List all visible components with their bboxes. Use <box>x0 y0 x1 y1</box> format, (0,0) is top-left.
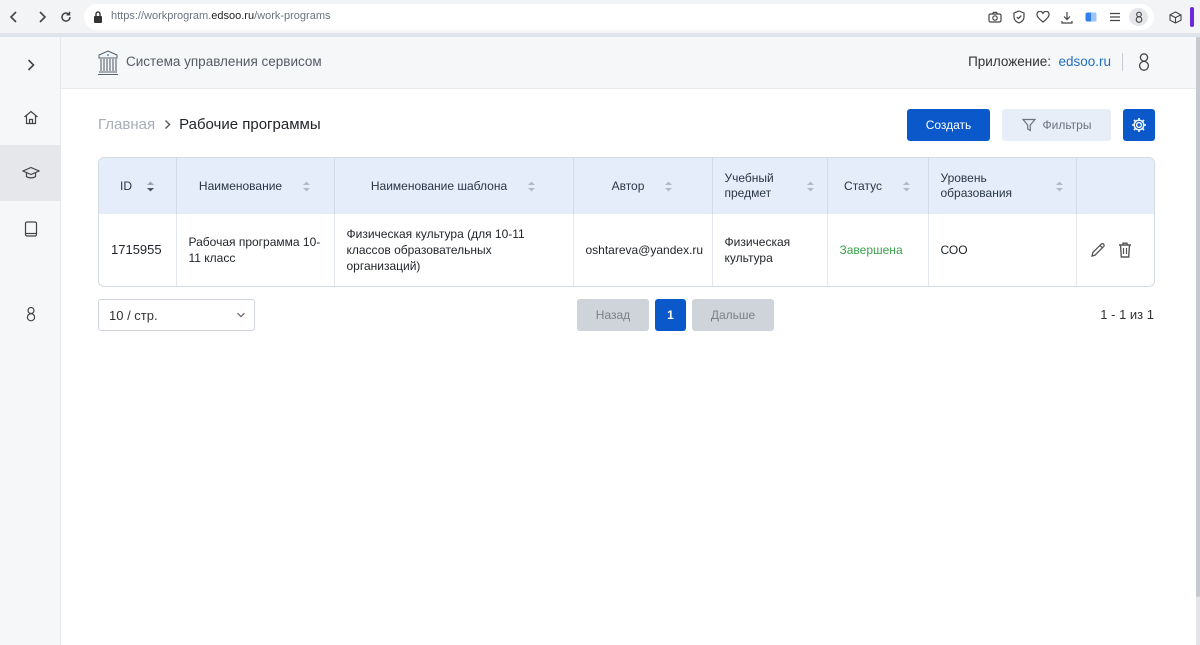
user-icon[interactable] <box>1137 52 1155 72</box>
book-icon <box>24 221 37 237</box>
sort-icon[interactable] <box>1055 180 1064 193</box>
cell-author: oshtareva@yandex.ru <box>573 214 713 286</box>
shield-icon[interactable] <box>1009 8 1028 26</box>
back-icon[interactable] <box>5 8 23 26</box>
sort-icon[interactable] <box>664 180 673 193</box>
sort-icon[interactable] <box>527 180 536 193</box>
user-icon <box>26 306 35 322</box>
cell-name[interactable]: Рабочая программа 10-11 класс <box>176 214 335 286</box>
table-header-row: ID Наименование Наименование шаблона Авт… <box>99 158 1154 214</box>
column-header-actions <box>1076 158 1154 214</box>
graduation-cap-icon <box>21 166 40 179</box>
programs-table: ID Наименование Наименование шаблона Авт… <box>98 157 1155 287</box>
column-header-author[interactable]: Автор <box>573 158 713 214</box>
cell-id: 1715955 <box>99 214 177 286</box>
home-icon <box>23 110 38 124</box>
cell-subject: Физическая культура <box>712 214 828 286</box>
heart-icon[interactable] <box>1033 8 1052 26</box>
sort-icon[interactable] <box>806 180 815 193</box>
cell-template: Физическая культура (для 10-11 классов о… <box>334 214 574 286</box>
forward-icon[interactable] <box>33 8 51 26</box>
page-number-button[interactable]: 1 <box>655 299 686 331</box>
cell-level: СОО <box>928 214 1077 286</box>
menu-icon[interactable] <box>1105 8 1124 26</box>
cube-icon[interactable] <box>1166 8 1184 26</box>
app-header: Система управления сервисом Приложение: … <box>61 37 1196 89</box>
app-label: Приложение: <box>968 54 1051 69</box>
chevron-right-icon <box>164 119 171 130</box>
sort-icon[interactable] <box>302 180 311 193</box>
column-header-level[interactable]: Уровень образования <box>928 158 1077 214</box>
main-content: Главная Рабочие программы Создать Фильтр… <box>61 89 1196 645</box>
extension-icon[interactable] <box>1081 8 1100 26</box>
app-title: Система управления сервисом <box>126 54 322 69</box>
breadcrumb-home[interactable]: Главная <box>98 116 155 133</box>
chevron-right-icon <box>27 59 35 71</box>
settings-button[interactable] <box>1123 109 1155 141</box>
lock-icon <box>92 10 106 24</box>
sidebar-item-library[interactable] <box>0 201 61 257</box>
profile-icon[interactable] <box>1129 8 1148 26</box>
page-size-select[interactable]: 10 / стр. <box>98 299 255 331</box>
sidebar-item-programs[interactable] <box>0 145 61 201</box>
delete-icon[interactable] <box>1117 241 1135 259</box>
chevron-down-icon <box>236 310 246 320</box>
gear-icon <box>1132 118 1146 132</box>
header-divider <box>1122 53 1123 71</box>
app-link[interactable]: edsoo.ru <box>1058 54 1111 69</box>
column-header-subject[interactable]: Учебный предмет <box>712 158 828 214</box>
camera-icon[interactable] <box>985 8 1004 26</box>
status-badge: Завершена <box>827 214 929 286</box>
sort-icon[interactable] <box>902 180 911 193</box>
column-header-name[interactable]: Наименование <box>176 158 335 214</box>
create-button[interactable]: Создать <box>907 109 990 141</box>
left-sidebar <box>0 37 61 645</box>
page-size-value: 10 / стр. <box>109 307 158 323</box>
column-header-id[interactable]: ID <box>99 158 177 214</box>
download-icon[interactable] <box>1057 8 1076 26</box>
table-row[interactable]: 1715955 Рабочая программа 10-11 класс Фи… <box>99 214 1154 286</box>
sort-icon[interactable] <box>146 180 155 193</box>
pagination-range: 1 - 1 из 1 <box>1100 307 1154 322</box>
logo-icon <box>97 50 119 76</box>
column-header-template[interactable]: Наименование шаблона <box>334 158 574 214</box>
filter-icon <box>1021 118 1036 132</box>
sidebar-item-home[interactable] <box>0 89 61 145</box>
prev-page-button[interactable]: Назад <box>577 299 649 331</box>
edit-icon[interactable] <box>1089 241 1107 259</box>
filters-label: Фильтры <box>1042 118 1092 132</box>
sidebar-expand-button[interactable] <box>0 37 61 93</box>
address-bar[interactable]: https://workprogram.edsoo.ru/work-progra… <box>84 4 1154 30</box>
breadcrumb-current: Рабочие программы <box>179 116 321 133</box>
breadcrumb: Главная Рабочие программы <box>98 116 321 133</box>
browser-toolbar: https://workprogram.edsoo.ru/work-progra… <box>0 0 1200 34</box>
scrollbar-thumb[interactable] <box>1196 37 1200 597</box>
cell-actions <box>1076 214 1154 286</box>
next-page-button[interactable]: Дальше <box>692 299 774 331</box>
reload-icon[interactable] <box>57 8 75 26</box>
filters-button[interactable]: Фильтры <box>1002 109 1111 141</box>
column-header-status[interactable]: Статус <box>827 158 929 214</box>
sidebar-accent <box>1190 7 1194 27</box>
sidebar-item-profile[interactable] <box>0 286 61 342</box>
url-text: https://workprogram.edsoo.ru/work-progra… <box>111 10 331 22</box>
